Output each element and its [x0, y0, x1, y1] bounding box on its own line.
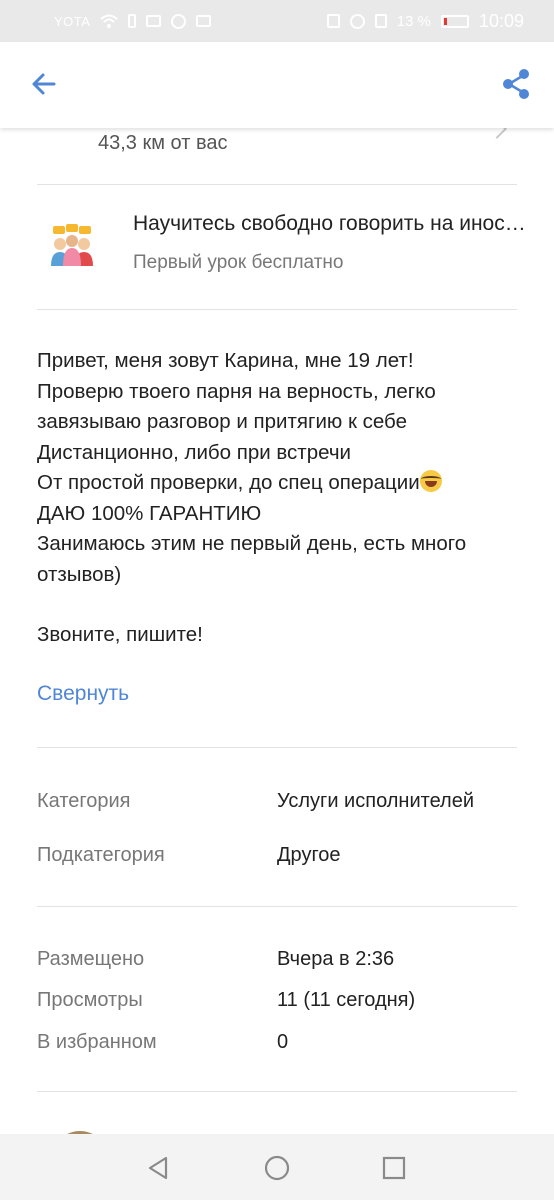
- category-value: Услуги исполнителей: [277, 790, 474, 812]
- clock: 10:09: [478, 10, 524, 31]
- divider: [37, 747, 517, 748]
- collapse-link[interactable]: Свернуть: [37, 682, 129, 706]
- distance-label: 43,3 км от вас: [98, 132, 228, 154]
- divider: [37, 906, 517, 907]
- ad-description: Привет, меня зовут Карина, мне 19 лет! П…: [37, 346, 527, 651]
- share-icon[interactable]: [498, 66, 534, 102]
- description-line: Проверю твоего парня на верность, легко: [37, 379, 436, 403]
- square-recents-icon[interactable]: [380, 1154, 408, 1182]
- mail-icon: [196, 15, 212, 27]
- carrier-label: YOTA: [54, 13, 91, 29]
- divider: [37, 1091, 517, 1092]
- sim-icon: [128, 14, 137, 28]
- system-nav-bar: [0, 1134, 554, 1200]
- favorites-value: 0: [277, 1031, 289, 1053]
- alarm-icon: [349, 13, 365, 29]
- category-label: Категория: [37, 790, 131, 812]
- app-bar: [0, 42, 554, 128]
- description-closing: Звоните, пишите!: [37, 623, 203, 646]
- nfc-icon: [326, 14, 340, 28]
- divider: [37, 309, 517, 310]
- promo-title: Научитесь свободно говорить на иностранн…: [133, 212, 529, 235]
- description-line: Дистанционно, либо при встречи: [37, 440, 351, 464]
- wifi-icon: [100, 14, 119, 28]
- description-line: Занимаюсь этим не первый день, есть мног…: [37, 532, 467, 555]
- arrow-left-icon[interactable]: [26, 66, 62, 102]
- vk-icon: [146, 15, 162, 27]
- favorites-label: В избранном: [37, 1031, 157, 1053]
- promo-banner[interactable]: Научитесь свободно говорить на иностранн…: [37, 198, 529, 278]
- description-line: ДАЮ 100% ГАРАНТИЮ: [37, 501, 262, 525]
- description-line: От простой проверки, до спец операции: [37, 471, 420, 494]
- battery-icon: [440, 14, 469, 28]
- people-chat-icon: [51, 224, 93, 266]
- subcategory-value: Другое: [277, 844, 341, 866]
- views-value: 11 (11 сегодня): [277, 989, 416, 1011]
- status-left: YOTA: [54, 13, 212, 29]
- description-line-with-emoji: От простой проверки, до спец операции: [37, 468, 527, 499]
- status-right: 13 % 10:09: [326, 10, 524, 32]
- status-bar: YOTA 13 % 10:09: [0, 0, 554, 42]
- viber-icon: [171, 13, 187, 29]
- laughing-emoji-icon: [419, 470, 442, 492]
- circle-home-icon[interactable]: [263, 1154, 291, 1182]
- vibrate-icon: [374, 14, 387, 28]
- description-line: завязываю разговор и притягию к себе: [37, 410, 407, 433]
- views-label: Просмотры: [37, 989, 143, 1011]
- battery-percent: 13 %: [396, 12, 431, 30]
- posted-label: Размещено: [37, 948, 145, 970]
- description-line: Привет, меня зовут Карина, мне 19 лет!: [37, 349, 414, 372]
- triangle-back-icon[interactable]: [144, 1154, 172, 1182]
- divider: [37, 184, 517, 185]
- posted-value: Вчера в 2:36: [277, 948, 395, 970]
- description-line: отзывов): [37, 562, 122, 586]
- promo-subtitle: Первый урок бесплатно: [133, 252, 344, 273]
- subcategory-label: Подкатегория: [37, 844, 165, 866]
